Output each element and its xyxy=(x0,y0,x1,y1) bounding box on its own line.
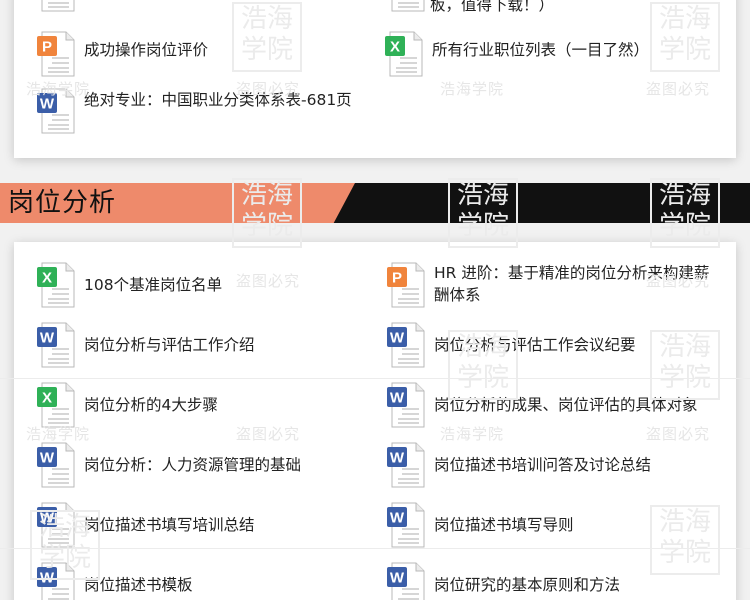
file-item[interactable]: W 岗位研究的基本原则和方法 xyxy=(386,562,726,600)
svg-text:W: W xyxy=(390,390,405,407)
excel-file-icon: X xyxy=(36,382,76,428)
word-file-icon: W xyxy=(36,562,76,600)
word-file-icon: W xyxy=(36,0,76,12)
svg-text:W: W xyxy=(40,570,55,587)
word-file-icon: W xyxy=(36,322,76,368)
word-file-icon: W xyxy=(386,442,426,488)
file-item-label: 成功操作岗位评价 xyxy=(84,41,209,59)
file-item-label: 岗位分析与评估工作介绍 xyxy=(84,336,255,354)
file-item-label: 所有行业职位列表（一目了然） xyxy=(432,41,650,59)
svg-text:W: W xyxy=(390,570,405,587)
excel-file-icon: X xyxy=(384,31,424,77)
file-item[interactable]: W 岗位描述书培训问答及讨论总结 xyxy=(386,442,726,488)
file-item[interactable]: W 岗位分析的成果、岗位评估的具体对象 xyxy=(386,382,726,428)
file-item[interactable]: W 岗位描述书模板 xyxy=(36,562,366,600)
file-item-label: 岗位研究的基本原则和方法 xyxy=(434,576,621,594)
file-item[interactable]: P HR 进阶：基于精准的岗位分析来构建薪酬体系 xyxy=(386,262,726,308)
file-item[interactable]: X 108个基准岗位名单 xyxy=(36,262,366,308)
watermark-line xyxy=(0,378,750,379)
file-item-label: 岗位描述书模板 xyxy=(84,576,193,594)
file-item-label: HR 进阶：基于精准的岗位分析来构建薪酬体系 xyxy=(434,264,710,304)
svg-text:W: W xyxy=(390,510,405,527)
ppt-file-icon: P xyxy=(36,31,76,77)
file-item-label: 岗位分析：人力资源管理的基础 xyxy=(84,456,302,474)
svg-text:W: W xyxy=(40,450,55,467)
top-file-card xyxy=(14,0,736,158)
file-item-label: 岗位描述书填写培训总结 xyxy=(84,516,255,534)
file-item[interactable]: W 绝对专业：中国职业分类体系表-681页 xyxy=(36,88,366,134)
word-file-icon: W xyxy=(386,502,426,548)
word-file-icon: W xyxy=(36,88,76,134)
svg-text:W: W xyxy=(40,510,55,527)
svg-text:X: X xyxy=(42,390,52,407)
file-item-label: 岗位描述书填写导则 xyxy=(434,516,574,534)
svg-text:W: W xyxy=(40,330,55,347)
word-file-icon: W xyxy=(36,502,76,548)
word-file-icon: W xyxy=(386,382,426,428)
file-item[interactable]: X 所有行业职位列表（一目了然） xyxy=(384,31,724,77)
file-item[interactable]: W 岗位描述书填写培训总结 xyxy=(36,502,366,548)
section-title: 岗位分析 xyxy=(8,188,117,218)
file-item-label: 绝对专业：中国职业分类体系表-681页 xyxy=(84,91,352,109)
svg-text:P: P xyxy=(392,270,402,287)
watermark-line xyxy=(0,548,750,549)
ppt-file-icon: P xyxy=(386,262,426,308)
svg-text:W: W xyxy=(390,330,405,347)
svg-text:P: P xyxy=(42,39,52,56)
svg-text:X: X xyxy=(42,270,52,287)
svg-text:W: W xyxy=(40,96,55,113)
file-item[interactable]: W 岗位描述书填写导则 xyxy=(386,502,726,548)
file-item[interactable]: P 成功操作岗位评价 xyxy=(36,31,366,77)
file-item-label: 108个基准岗位名单 xyxy=(84,276,223,294)
file-item-label: 岗位描述书培训问答及讨论总结 xyxy=(434,456,652,474)
file-item-label: 岗位分析的成果、岗位评估的具体对象 xyxy=(434,396,698,414)
file-item-label: 岗位分析与评估工作会议纪要 xyxy=(434,336,636,354)
file-item[interactable]: W 岗位分析：人力资源管理的基础 xyxy=(36,442,366,488)
word-file-icon: W xyxy=(386,322,426,368)
partial-item-label: 板，值得下载！） xyxy=(430,0,555,14)
file-item[interactable]: W 岗位分析与评估工作会议纪要 xyxy=(386,322,726,368)
excel-file-icon: X xyxy=(36,262,76,308)
word-file-icon: W xyxy=(386,562,426,600)
file-item[interactable]: W 岗位分析与评估工作介绍 xyxy=(36,322,366,368)
word-file-icon: W xyxy=(386,0,426,12)
word-file-icon: W xyxy=(36,442,76,488)
svg-text:X: X xyxy=(390,39,400,56)
file-item[interactable]: X 岗位分析的4大步骤 xyxy=(36,382,366,428)
svg-text:W: W xyxy=(390,450,405,467)
file-item-label: 岗位分析的4大步骤 xyxy=(84,396,218,414)
